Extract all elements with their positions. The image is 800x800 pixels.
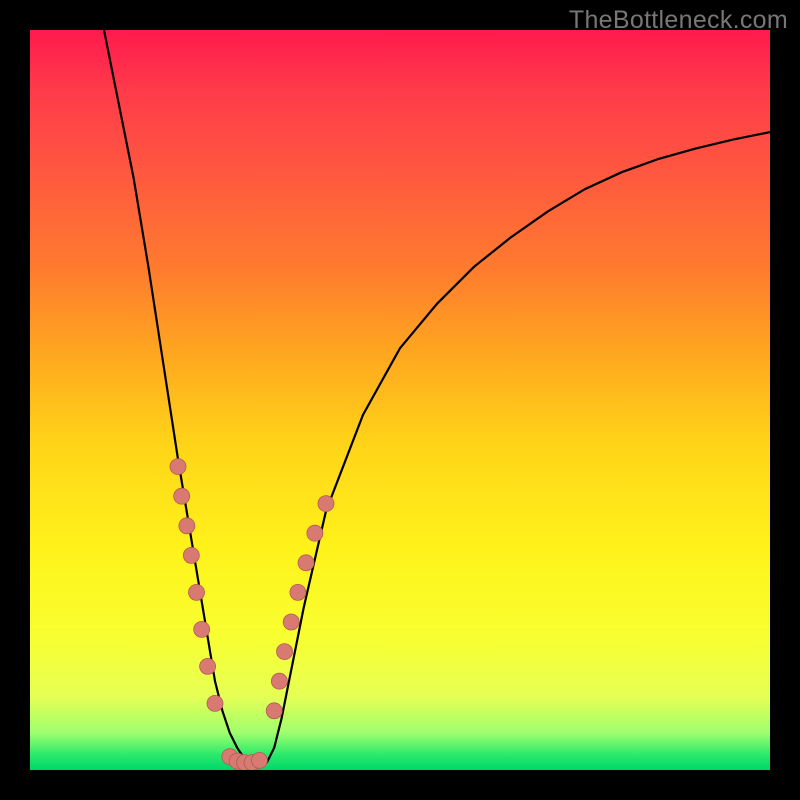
data-dot (283, 614, 299, 630)
data-dot (174, 488, 190, 504)
data-dot (318, 496, 334, 512)
data-dot (200, 658, 216, 674)
data-dot (271, 673, 287, 689)
data-dot (183, 547, 199, 563)
curve-svg (30, 30, 770, 770)
data-dot (170, 459, 186, 475)
bottleneck-curve (104, 30, 770, 766)
data-dot (194, 621, 210, 637)
data-dot (207, 695, 223, 711)
data-dot (307, 525, 323, 541)
data-dot (290, 584, 306, 600)
data-dot (266, 703, 282, 719)
data-dot (251, 752, 267, 768)
data-dots (170, 459, 334, 770)
data-dot (277, 644, 293, 660)
plot-area (30, 30, 770, 770)
chart-frame: TheBottleneck.com (0, 0, 800, 800)
data-dot (298, 555, 314, 571)
data-dot (179, 518, 195, 534)
data-dot (189, 584, 205, 600)
v-curve (104, 30, 770, 766)
